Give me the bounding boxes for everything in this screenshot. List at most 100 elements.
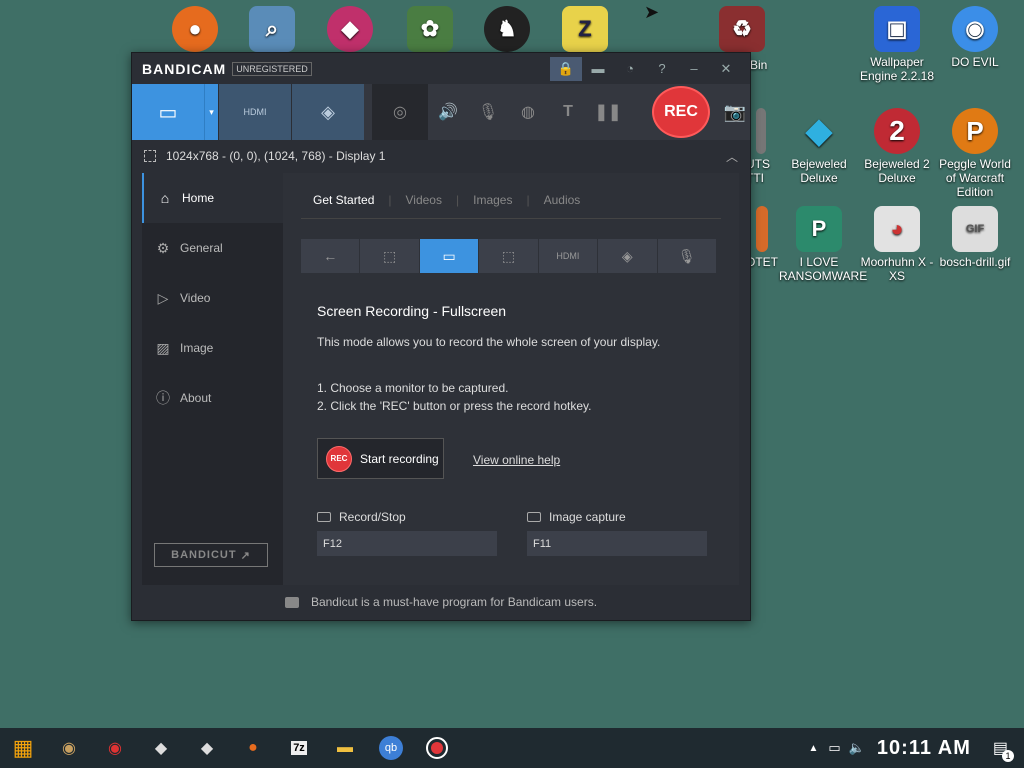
cursor-click-icon: ◍ (521, 104, 535, 121)
recycle-bin-desktop-icon[interactable]: ♻ Bin (702, 6, 782, 72)
audio-only-mode-icon[interactable]: 🎙 (658, 239, 717, 273)
gamepad-icon: ◈ (321, 101, 335, 122)
selection-icon[interactable] (144, 150, 156, 162)
footer-bar[interactable]: Bandicut is a must-have program for Band… (132, 584, 750, 620)
volume-icon[interactable]: 🔈 (849, 740, 865, 756)
chevron-up-icon[interactable]: ︿ (726, 148, 738, 165)
tab-audios[interactable]: Audios (532, 189, 593, 218)
help-icon[interactable]: ? (646, 57, 678, 81)
gem-icon: ◆ (327, 6, 373, 52)
taskbar-app-file-explorer[interactable]: ▬ (322, 728, 368, 768)
taskbar-app-goat-1[interactable]: ◆ (138, 728, 184, 768)
screen-mode-button[interactable]: ▭ (132, 84, 204, 140)
tab-images[interactable]: Images (461, 189, 524, 218)
capture-area-bar: 1024x768 - (0, 0), (1024, 768) - Display… (132, 140, 750, 172)
flower-desktop-icon[interactable]: ✿ (390, 6, 470, 55)
goat-icon: ◆ (200, 740, 214, 757)
close-icon[interactable]: ✕ (710, 57, 742, 81)
sidebar-item-general[interactable]: ⚙ General (142, 223, 283, 273)
start-recording-button[interactable]: REC Start recording (317, 438, 444, 479)
fullscreen-mode-icon[interactable]: ▭ (419, 239, 480, 273)
game-mode-icon[interactable]: ◈ (598, 239, 658, 273)
recording-mode-bar: ← ⬚ ▭ ⬚ HDMI ◈ 🎙 (301, 239, 717, 273)
tab-videos[interactable]: Videos (394, 189, 454, 218)
text-overlay-button[interactable]: T (548, 84, 588, 140)
chevron-up-icon[interactable]: ▲ (809, 743, 819, 754)
pause-button[interactable]: ❚❚ (588, 84, 628, 140)
app-brand: BANDICAM (142, 60, 227, 77)
bandicut-button[interactable]: BANDICUT ↗ (154, 543, 268, 567)
wallpaper-engine-icon: ▣ (874, 6, 920, 52)
minimize-icon[interactable]: – (678, 57, 710, 81)
firefox-icon: ● (248, 739, 258, 756)
back-arrow-icon[interactable]: ← (301, 239, 361, 273)
webcam-button[interactable]: ◎ (372, 84, 428, 140)
taskbar-app-red-creature[interactable]: ◉ (92, 728, 138, 768)
camera-icon: 📷 (723, 101, 747, 122)
game-mode-button[interactable]: ◈ (291, 84, 364, 140)
microphone-button[interactable]: 🎙 (468, 84, 508, 140)
taskbar: ▦ ◉ ◉ ◆ ◆ ● 7z ▬ qb ▲ ▭ 🔈 10:11 AM ▤ 1 (0, 728, 1024, 768)
folder-icon[interactable]: ▬ (582, 57, 614, 81)
view-online-help-link[interactable]: View online help (473, 453, 560, 467)
bandicam-window: BANDICAM UNREGISTERED 🔒 ▬ ◔ ? – ✕ ▭ ▾ HD… (131, 52, 751, 621)
hdmi-icon: HDMI (243, 107, 267, 117)
speech-bubble-icon (284, 596, 299, 608)
gif-desktop-icon[interactable]: GIF bosch-drill.gif (935, 206, 1015, 269)
sidebar-item-home[interactable]: ⌂ Home (142, 173, 283, 223)
wallpaper-engine-desktop-icon[interactable]: ▣ Wallpaper Engine 2.2.18 (857, 6, 937, 83)
external-link-icon: ↗ (240, 549, 251, 562)
publisher-icon: P (796, 206, 842, 252)
capture-area-text: 1024x768 - (0, 0), (1024, 768) - Display… (166, 149, 386, 163)
taskbar-app-bandicam[interactable] (414, 728, 460, 768)
screenshot-button[interactable]: 📷 (720, 84, 750, 140)
peggle-desktop-icon[interactable]: P Peggle World of Warcraft Edition (935, 108, 1015, 199)
step-1: 1. Choose a monitor to be captured. (317, 381, 509, 395)
sidebar-item-video[interactable]: ▷ Video (142, 273, 283, 323)
taskbar-app-firefox[interactable]: ● (230, 728, 276, 768)
bejeweled2-desktop-icon[interactable]: 2 Bejeweled 2 Deluxe (857, 108, 937, 185)
taskbar-app-goat-2[interactable]: ◆ (184, 728, 230, 768)
peggle-icon: P (952, 108, 998, 154)
titlebar-controls: 🔒 ▬ ◔ ? – ✕ (550, 53, 742, 84)
title-bar: BANDICAM UNREGISTERED 🔒 ▬ ◔ ? – ✕ (132, 53, 750, 84)
search-desktop-icon[interactable]: ⌕ (232, 6, 312, 55)
taskbar-app-7zip[interactable]: 7z (276, 728, 322, 768)
ransomware-desktop-icon[interactable]: PI LOVE RANSOMWARE (779, 206, 867, 283)
sidebar-item-about[interactable]: ⓘ About (142, 373, 283, 423)
zip-desktop-icon[interactable]: Z (545, 6, 625, 55)
lion-desktop-icon[interactable]: ♞ (467, 6, 547, 55)
start-button[interactable]: ▦ (0, 728, 46, 768)
screen-mode-dropdown[interactable]: ▾ (204, 84, 218, 140)
do-evil-desktop-icon[interactable]: ◉ DO EVIL (935, 6, 1015, 69)
notification-icon[interactable]: ▤ 1 (993, 738, 1014, 762)
unregistered-badge: UNREGISTERED (232, 61, 312, 76)
clock[interactable]: 10:11 AM (877, 737, 971, 760)
creature-icon: ◉ (108, 740, 122, 757)
moorhuhn-desktop-icon[interactable]: ◕ Moorhuhn X - XS (857, 206, 937, 283)
image-capture-hotkey-input[interactable]: F11 (527, 531, 707, 556)
taskbar-app-qbittorrent[interactable]: qb (368, 728, 414, 768)
sidebar-item-image[interactable]: ▨ Image (142, 323, 283, 373)
bejeweled-desktop-icon[interactable]: ◆ Bejeweled Deluxe (779, 108, 859, 185)
info-icon: ⓘ (156, 390, 170, 406)
network-icon[interactable]: ▭ (828, 740, 840, 756)
mouse-effect-button[interactable]: ◍ (508, 84, 548, 140)
qbittorrent-icon: qb (379, 736, 403, 760)
folder-icon: ▬ (337, 739, 353, 756)
lock-icon[interactable]: 🔒 (550, 56, 582, 81)
7zip-icon: 7z (291, 741, 307, 755)
around-mouse-mode-icon[interactable]: ⬚ (479, 239, 539, 273)
hdmi-mode-icon[interactable]: HDMI (539, 239, 599, 273)
gem-desktop-icon[interactable]: ◆ (310, 6, 390, 55)
speaker-button[interactable]: 🔊 (428, 84, 468, 140)
record-stop-hotkey-input[interactable]: F12 (317, 531, 497, 556)
hdmi-mode-button[interactable]: HDMI (218, 84, 291, 140)
taskbar-app-monkey[interactable]: ◉ (46, 728, 92, 768)
rectangle-mode-icon[interactable]: ⬚ (360, 239, 420, 273)
lion-icon: ♞ (484, 6, 530, 52)
rec-button[interactable]: REC (652, 86, 710, 138)
clock-icon[interactable]: ◔ (614, 57, 646, 81)
firefox-desktop-icon[interactable]: ● (155, 6, 235, 55)
tab-get-started[interactable]: Get Started (301, 189, 386, 218)
